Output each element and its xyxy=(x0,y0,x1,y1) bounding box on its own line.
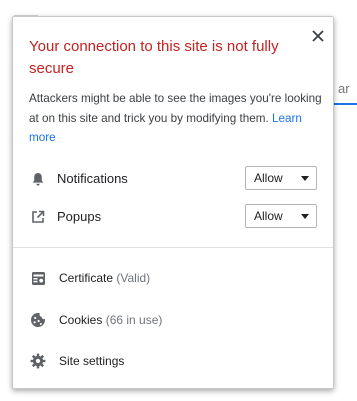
bell-icon xyxy=(29,170,47,188)
cookie-icon xyxy=(29,311,47,329)
cookies-title: Cookies xyxy=(59,313,103,327)
close-button[interactable] xyxy=(309,27,327,45)
site-settings-title: Site settings xyxy=(59,354,125,368)
chevron-down-icon xyxy=(301,176,309,181)
connection-warning-title: Your connection to this site is not full… xyxy=(29,38,279,77)
certificate-status: (Valid) xyxy=(116,271,151,285)
chevron-down-icon xyxy=(301,214,309,219)
certificate-title: Certificate xyxy=(59,271,114,285)
notifications-permission-select[interactable]: Allow xyxy=(245,166,317,190)
partial-tab[interactable]: ar xyxy=(334,73,357,105)
section-divider xyxy=(13,247,333,248)
external-link-icon xyxy=(29,208,47,226)
close-icon xyxy=(312,30,324,42)
permission-row-popups: Popups Allow xyxy=(29,204,319,230)
notifications-label: Notifications xyxy=(57,171,128,186)
certificate-icon xyxy=(29,269,47,287)
site-info-popup: Your connection to this site is not full… xyxy=(12,16,334,389)
permission-row-notifications: Notifications Allow xyxy=(29,166,319,192)
site-settings-link[interactable]: Site settings xyxy=(29,348,319,374)
site-settings-label: Site settings xyxy=(59,353,124,369)
cookies-label: Cookies (66 in use) xyxy=(59,312,162,328)
gear-icon xyxy=(29,352,47,370)
partial-tab-label: ar xyxy=(338,81,350,96)
notifications-select-value: Allow xyxy=(254,171,283,185)
popups-label: Popups xyxy=(57,209,102,224)
popups-permission-select[interactable]: Allow xyxy=(245,204,317,228)
connection-warning-description: Attackers might be able to see the image… xyxy=(29,89,325,148)
cookies-count: (66 in use) xyxy=(105,313,163,327)
certificate-link[interactable]: Certificate (Valid) xyxy=(29,265,319,291)
certificate-label: Certificate (Valid) xyxy=(59,270,150,286)
popups-select-value: Allow xyxy=(254,209,283,223)
cookies-link[interactable]: Cookies (66 in use) xyxy=(29,307,319,333)
